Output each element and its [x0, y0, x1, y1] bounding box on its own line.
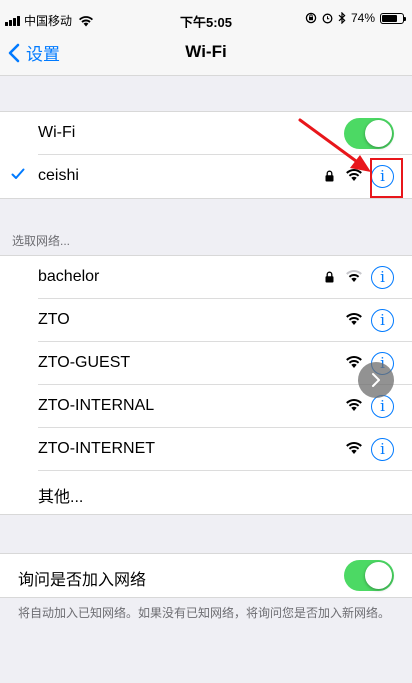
annotation-arrow-icon — [298, 118, 371, 172]
floating-nav-button[interactable] — [358, 362, 394, 398]
chevron-right-icon — [372, 373, 380, 387]
annotation-highlight-box — [370, 158, 403, 198]
